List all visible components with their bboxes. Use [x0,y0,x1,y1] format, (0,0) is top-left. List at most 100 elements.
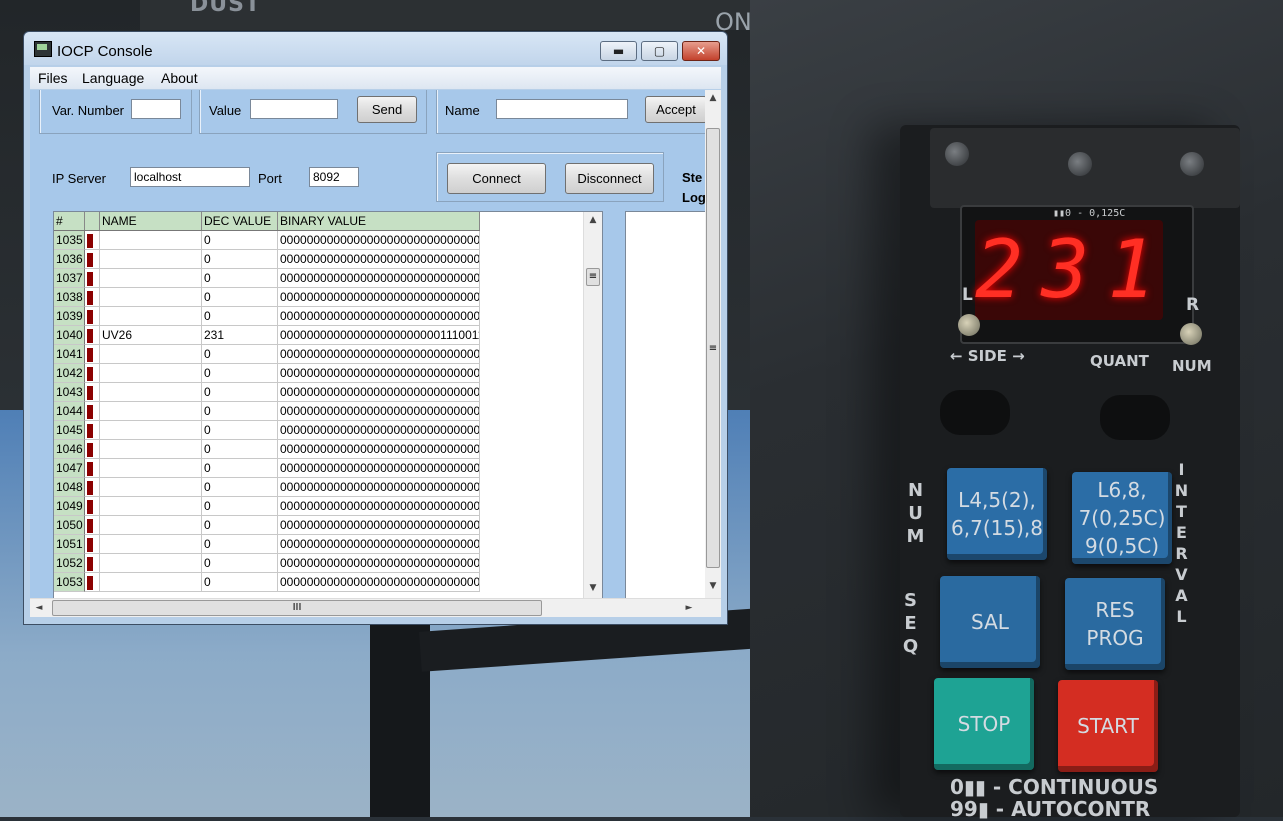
row-name[interactable] [100,573,202,592]
row-binary-value[interactable]: 00000000000000000000000011100111 [278,326,480,345]
row-name[interactable] [100,307,202,326]
row-name[interactable] [100,402,202,421]
row-dec-value[interactable]: 0 [202,554,278,573]
table-row[interactable]: 1048 0 00000000000000000000000000000000 [54,478,480,497]
row-number[interactable]: 1037 [54,269,85,288]
ip-server-input[interactable] [130,167,250,187]
row-dec-value[interactable]: 0 [202,535,278,554]
accept-button[interactable]: Accept [645,96,705,123]
row-binary-value[interactable]: 00000000000000000000000000000000 [278,516,480,535]
table-row[interactable]: 1046 0 00000000000000000000000000000000 [54,440,480,459]
row-dec-value[interactable]: 231 [202,326,278,345]
port-input[interactable] [309,167,359,187]
row-marker-icon[interactable] [85,402,100,421]
row-number[interactable]: 1052 [54,554,85,573]
table-row[interactable]: 1037 0 00000000000000000000000000000000 [54,269,480,288]
table-row[interactable]: 1052 0 00000000000000000000000000000000 [54,554,480,573]
row-binary-value[interactable]: 00000000000000000000000000000000 [278,554,480,573]
column-header-number[interactable]: # [54,212,85,230]
window-vertical-scrollbar[interactable]: ▲ ≡ ▼ [705,90,721,598]
row-number[interactable]: 1040 [54,326,85,345]
row-number[interactable]: 1045 [54,421,85,440]
row-name[interactable] [100,478,202,497]
table-row[interactable]: 1041 0 00000000000000000000000000000000 [54,345,480,364]
table-row[interactable]: 1035 0 00000000000000000000000000000000 [54,231,480,250]
row-name[interactable] [100,288,202,307]
table-row[interactable]: 1051 0 00000000000000000000000000000000 [54,535,480,554]
row-binary-value[interactable]: 00000000000000000000000000000000 [278,573,480,592]
scroll-right-arrow-icon[interactable]: ► [682,600,696,616]
table-row[interactable]: 1050 0 00000000000000000000000000000000 [54,516,480,535]
row-marker-icon[interactable] [85,269,100,288]
close-button[interactable]: ✕ [682,41,720,61]
row-marker-icon[interactable] [85,288,100,307]
row-marker-icon[interactable] [85,535,100,554]
grid-vertical-scrollbar[interactable]: ▲ ≡ ▼ [583,212,602,598]
row-marker-icon[interactable] [85,345,100,364]
row-dec-value[interactable]: 0 [202,402,278,421]
row-number[interactable]: 1043 [54,383,85,402]
scroll-down-arrow-icon[interactable]: ▼ [584,580,602,596]
table-row[interactable]: 1038 0 00000000000000000000000000000000 [54,288,480,307]
column-header-name[interactable]: NAME [100,212,202,230]
row-name[interactable] [100,554,202,573]
row-marker-icon[interactable] [85,459,100,478]
scroll-down-arrow-icon[interactable]: ▼ [705,578,721,594]
row-binary-value[interactable]: 00000000000000000000000000000000 [278,269,480,288]
row-binary-value[interactable]: 00000000000000000000000000000000 [278,231,480,250]
row-dec-value[interactable]: 0 [202,421,278,440]
menu-files[interactable]: Files [38,70,68,86]
row-marker-icon[interactable] [85,554,100,573]
row-binary-value[interactable]: 00000000000000000000000000000000 [278,478,480,497]
row-marker-icon[interactable] [85,364,100,383]
row-number[interactable]: 1048 [54,478,85,497]
row-number[interactable]: 1041 [54,345,85,364]
scroll-up-arrow-icon[interactable]: ▲ [705,90,721,106]
row-binary-value[interactable]: 00000000000000000000000000000000 [278,364,480,383]
row-name[interactable] [100,250,202,269]
column-header-marker[interactable] [85,212,100,230]
row-marker-icon[interactable] [85,383,100,402]
row-binary-value[interactable]: 00000000000000000000000000000000 [278,288,480,307]
row-number[interactable]: 1039 [54,307,85,326]
table-row[interactable]: 1043 0 00000000000000000000000000000000 [54,383,480,402]
value-input[interactable] [250,99,338,119]
menu-about[interactable]: About [161,70,198,86]
row-marker-icon[interactable] [85,231,100,250]
title-bar[interactable]: IOCP Console ▬ ▢ ✕ [24,32,727,65]
table-row[interactable]: 1042 0 00000000000000000000000000000000 [54,364,480,383]
row-dec-value[interactable]: 0 [202,250,278,269]
variables-grid[interactable]: # NAME DEC VALUE BINARY VALUE 1035 0 00000… [53,211,603,598]
table-row[interactable]: 1053 0 00000000000000000000000000000000 [54,573,480,592]
connect-button[interactable]: Connect [447,163,546,194]
row-dec-value[interactable]: 0 [202,497,278,516]
row-marker-icon[interactable] [85,326,100,345]
row-dec-value[interactable]: 0 [202,478,278,497]
row-name[interactable] [100,535,202,554]
column-header-dec-value[interactable]: DEC VALUE [202,212,278,230]
row-binary-value[interactable]: 00000000000000000000000000000000 [278,402,480,421]
row-marker-icon[interactable] [85,497,100,516]
name-input[interactable] [496,99,628,119]
disconnect-button[interactable]: Disconnect [565,163,654,194]
row-number[interactable]: 1050 [54,516,85,535]
row-dec-value[interactable]: 0 [202,345,278,364]
scroll-thumb[interactable]: ≡ [706,128,720,568]
table-row[interactable]: 1040 UV26 231 00000000000000000000000011100… [54,326,480,345]
row-number[interactable]: 1035 [54,231,85,250]
scroll-up-arrow-icon[interactable]: ▲ [584,212,602,228]
row-number[interactable]: 1044 [54,402,85,421]
row-dec-value[interactable]: 0 [202,288,278,307]
row-binary-value[interactable]: 00000000000000000000000000000000 [278,497,480,516]
row-name[interactable] [100,383,202,402]
table-row[interactable]: 1036 0 00000000000000000000000000000000 [54,250,480,269]
row-binary-value[interactable]: 00000000000000000000000000000000 [278,421,480,440]
scroll-left-arrow-icon[interactable]: ◄ [32,600,46,616]
row-binary-value[interactable]: 00000000000000000000000000000000 [278,383,480,402]
row-marker-icon[interactable] [85,250,100,269]
scroll-thumb[interactable]: III [52,600,542,616]
table-row[interactable]: 1047 0 00000000000000000000000000000000 [54,459,480,478]
row-dec-value[interactable]: 0 [202,459,278,478]
row-name[interactable] [100,364,202,383]
row-name[interactable] [100,497,202,516]
